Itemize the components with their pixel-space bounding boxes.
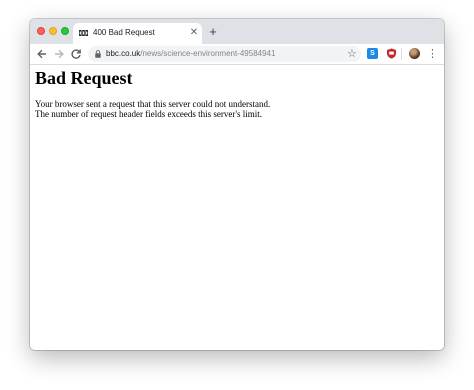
new-tab-icon[interactable]: + — [206, 25, 220, 39]
error-line-2: The number of request header fields exce… — [35, 109, 263, 119]
forward-arrow-icon[interactable] — [52, 47, 66, 61]
extension-icon[interactable]: S — [367, 48, 378, 59]
reload-icon[interactable] — [69, 47, 83, 61]
toolbar-divider — [401, 48, 402, 60]
maximize-window-button[interactable] — [61, 27, 69, 35]
kebab-menu-icon[interactable]: ⋮ — [427, 47, 438, 61]
tab-close-icon[interactable]: ✕ — [188, 26, 200, 40]
error-line-1: Your browser sent a request that this se… — [35, 99, 271, 109]
back-arrow-icon[interactable] — [35, 47, 49, 61]
minimize-window-button[interactable] — [49, 27, 57, 35]
close-window-button[interactable] — [37, 27, 45, 35]
tab-active[interactable]: 400 Bad Request ✕ — [73, 23, 202, 44]
browser-toolbar: bbc.co.uk/news/science-environment-49584… — [30, 44, 444, 65]
tab-title: 400 Bad Request — [93, 28, 155, 37]
shield-extension-icon[interactable] — [386, 48, 397, 59]
lock-icon[interactable] — [95, 50, 101, 58]
page-content: Bad Request Your browser sent a request … — [30, 65, 444, 350]
bbc-favicon-icon — [79, 30, 88, 36]
url-path: /news/science-environment-49584941 — [140, 49, 276, 58]
profile-avatar[interactable] — [409, 48, 420, 59]
page-title: Bad Request — [35, 68, 133, 88]
browser-window: 400 Bad Request ✕ + bbc.co.uk/news/scien… — [30, 19, 444, 350]
tab-strip: 400 Bad Request ✕ + — [30, 19, 444, 44]
address-bar[interactable]: bbc.co.uk/news/science-environment-49584… — [88, 46, 361, 62]
url-host: bbc.co.uk — [106, 49, 141, 58]
star-icon[interactable]: ☆ — [347, 46, 357, 62]
url-text[interactable]: bbc.co.uk/news/science-environment-49584… — [106, 49, 275, 58]
error-message: Your browser sent a request that this se… — [35, 99, 270, 119]
